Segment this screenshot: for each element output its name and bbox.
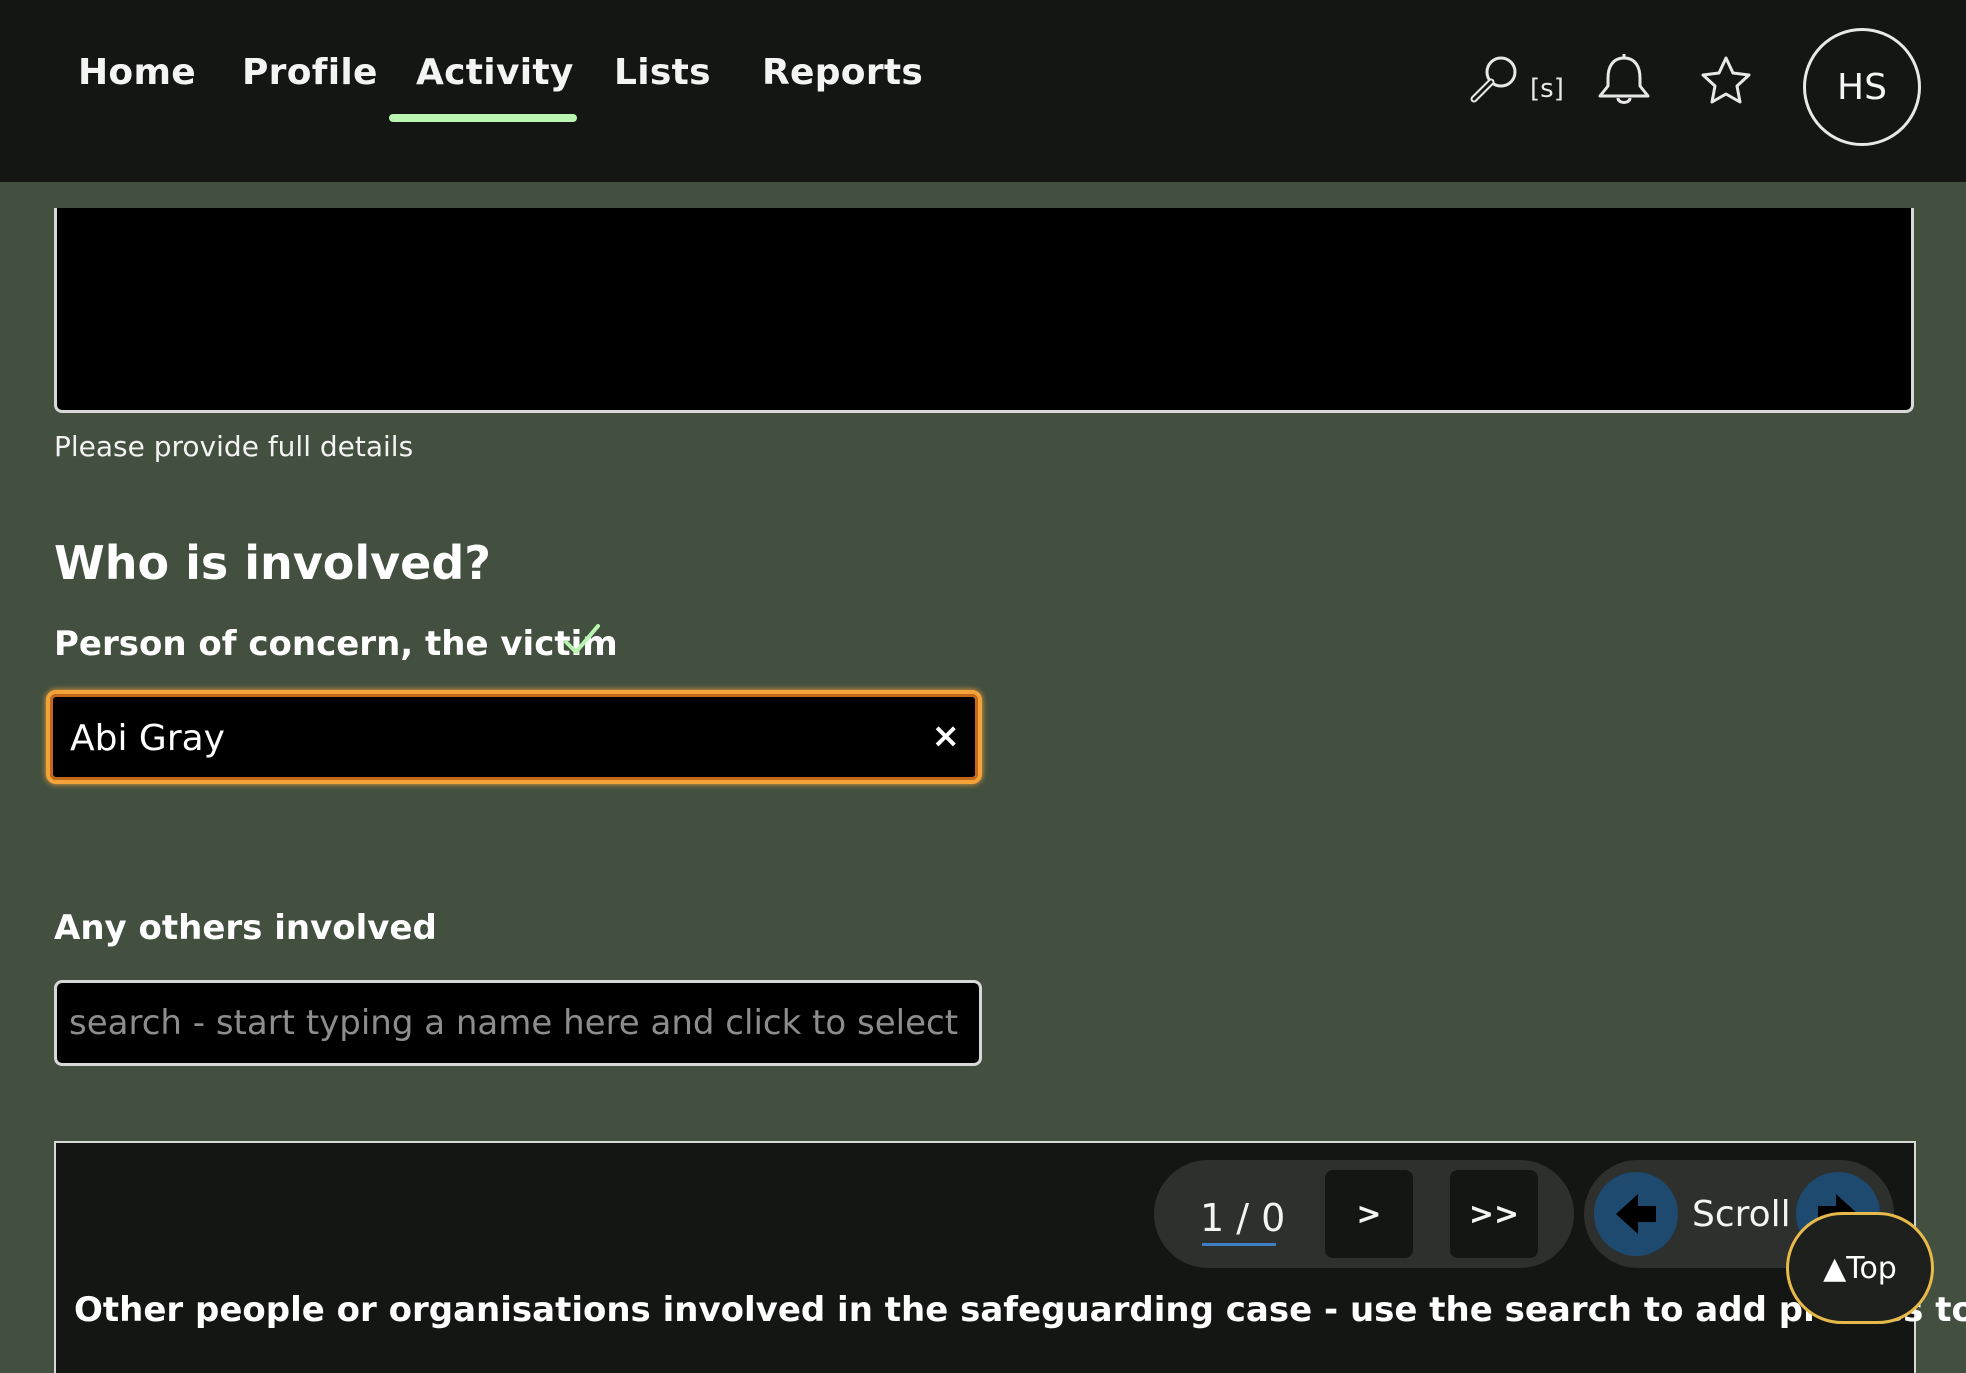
next-page-button[interactable]: > [1325,1170,1413,1258]
active-tab-indicator [389,114,577,122]
scroll-label: Scroll [1692,1194,1791,1235]
who-involved-heading: Who is involved? [54,536,491,590]
nav-home[interactable]: Home [78,52,196,93]
clear-selection-button[interactable]: × [932,716,961,756]
others-search-input[interactable] [54,980,982,1066]
victim-selected-value: Abi Gray [70,718,225,759]
checkmark-icon [562,622,602,662]
scroll-left-button[interactable] [1594,1172,1678,1256]
top-navigation-bar: Home Profile Activity Lists Reports [s] … [0,0,1966,182]
pager-count: 1 / 0 [1200,1196,1286,1240]
pager-count-underline [1202,1243,1276,1246]
arrow-left-icon [1616,1194,1656,1234]
back-to-top-button[interactable]: ▲Top [1786,1212,1934,1324]
others-field-label: Any others involved [54,908,437,948]
victim-field-label: Person of concern, the victim [54,624,618,664]
search-shortcut-hint: [s] [1530,74,1564,104]
nav-reports[interactable]: Reports [762,52,923,93]
user-avatar[interactable]: HS [1803,28,1921,146]
nav-activity[interactable]: Activity [416,52,574,93]
details-textarea[interactable] [54,208,1914,413]
table-caption: Other people or organisations involved i… [74,1290,1966,1330]
star-icon[interactable] [1698,54,1754,112]
nav-profile[interactable]: Profile [242,52,378,93]
bell-icon[interactable] [1592,52,1656,112]
nav-lists[interactable]: Lists [614,52,711,93]
search-icon[interactable] [1468,52,1522,110]
last-page-button[interactable]: >> [1450,1170,1538,1258]
avatar-initials: HS [1837,66,1887,108]
victim-select-field[interactable]: Abi Gray × [46,690,982,784]
details-help-text: Please provide full details [54,430,414,463]
